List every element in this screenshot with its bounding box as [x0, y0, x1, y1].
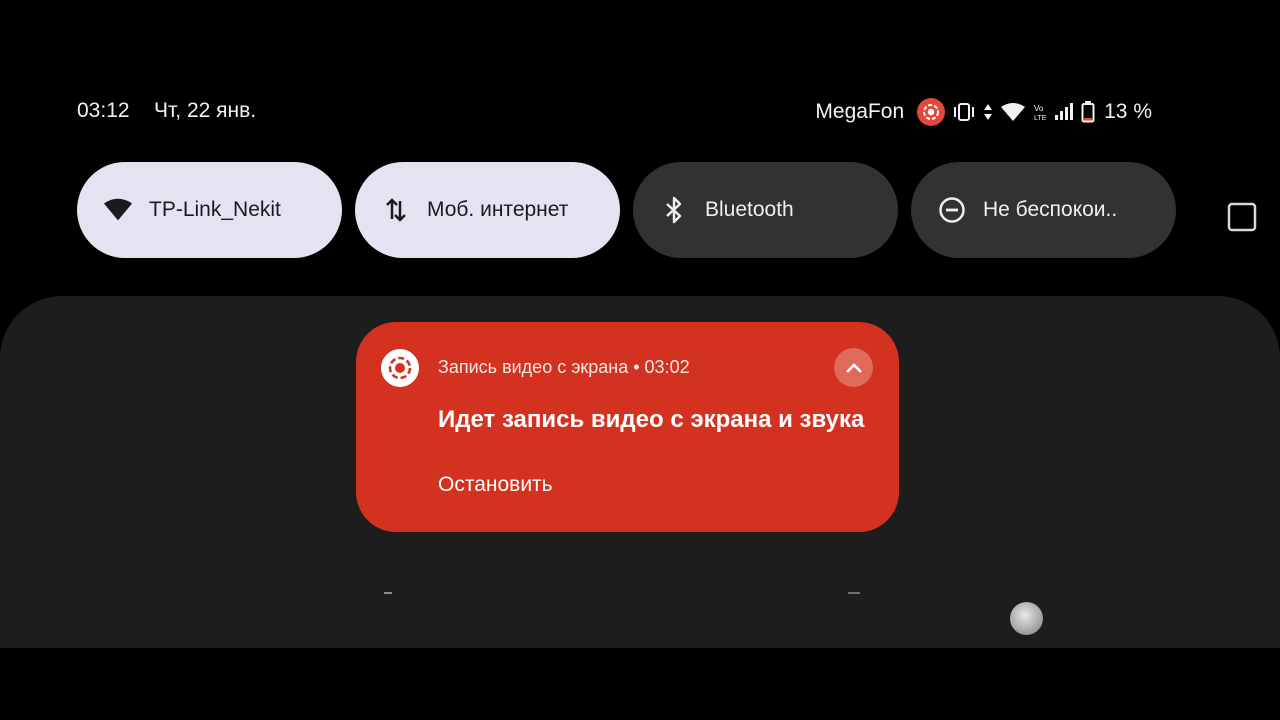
- tile-bluetooth[interactable]: Bluetooth: [633, 162, 898, 258]
- divider: [848, 592, 860, 594]
- tile-wifi-label: TP-Link_Nekit: [149, 198, 281, 221]
- divider: [384, 592, 392, 594]
- notification-header: Запись видео с экрана • 03:02: [438, 357, 690, 377]
- recents-button[interactable]: [1222, 197, 1262, 237]
- touch-indicator: [1010, 602, 1043, 635]
- screen-record-notification[interactable]: Запись видео с экрана • 03:02 Идет запис…: [356, 322, 899, 532]
- tile-mobile-data[interactable]: Моб. интернет: [355, 162, 620, 258]
- svg-text:Vo: Vo: [1034, 104, 1044, 113]
- wifi-icon: [1000, 102, 1026, 122]
- collapse-button[interactable]: [834, 348, 873, 387]
- android-screen: 03:12 Чт, 22 янв. MegaFon Vo LTE 13 % TP…: [0, 0, 1280, 720]
- chevron-up-icon: [845, 362, 862, 373]
- volte-icon: Vo LTE: [1033, 102, 1047, 122]
- quick-settings-tiles: TP-Link_Nekit Моб. интернет Bluetooth Не…: [77, 162, 1176, 258]
- tile-do-not-disturb-label: Не беспокои..: [983, 198, 1118, 221]
- signal-icon: [1054, 102, 1074, 122]
- mobile-data-icon: [381, 195, 411, 225]
- data-arrows-icon: [983, 102, 993, 122]
- battery-icon: [1081, 101, 1095, 123]
- screen-record-icon: [917, 98, 946, 126]
- status-icons: MegaFon Vo LTE 13 %: [815, 96, 1152, 128]
- svg-text:LTE: LTE: [1034, 115, 1047, 122]
- vibrate-icon: [952, 101, 976, 123]
- carrier-name: MegaFon: [815, 100, 905, 123]
- wifi-icon: [103, 195, 133, 225]
- tile-wifi[interactable]: TP-Link_Nekit: [77, 162, 342, 258]
- tile-do-not-disturb[interactable]: Не беспокои..: [911, 162, 1176, 258]
- tile-mobile-data-label: Моб. интернет: [427, 198, 569, 221]
- bluetooth-icon: [659, 195, 689, 225]
- status-time: 03:12: [77, 99, 130, 122]
- battery-percent: 13 %: [1104, 100, 1152, 123]
- notification-title: Идет запись видео с экрана и звука: [438, 406, 865, 433]
- stop-button[interactable]: Остановить: [438, 473, 553, 497]
- do-not-disturb-icon: [937, 195, 967, 225]
- tile-bluetooth-label: Bluetooth: [705, 198, 794, 221]
- status-bar: 03:12 Чт, 22 янв. MegaFon Vo LTE 13 %: [0, 96, 1280, 128]
- screen-record-icon: [381, 349, 419, 387]
- status-date: Чт, 22 янв.: [154, 99, 257, 122]
